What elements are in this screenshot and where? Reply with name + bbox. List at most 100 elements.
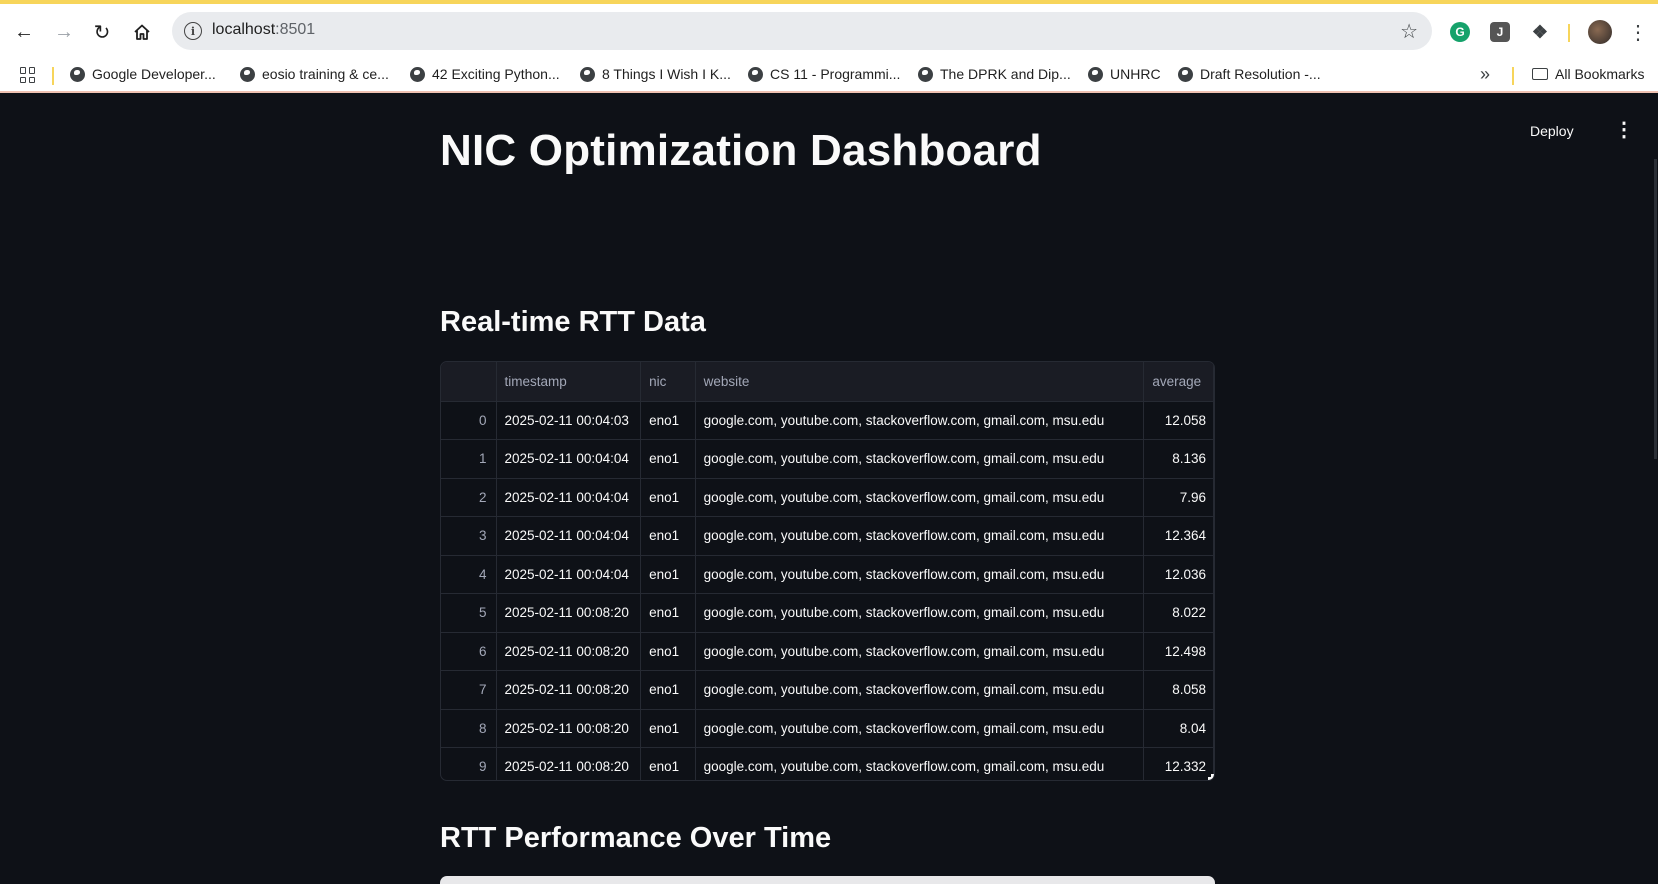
cell-nic[interactable]: eno1	[640, 747, 696, 780]
cell-timestamp[interactable]: 2025-02-11 00:08:20	[496, 632, 642, 671]
scrollbar[interactable]	[1654, 159, 1657, 459]
table-row[interactable]: 2 2025-02-11 00:04:04 eno1 google.com, yout…	[441, 478, 1214, 517]
cell-nic[interactable]: eno1	[640, 632, 696, 671]
cell-index[interactable]: 7	[441, 670, 497, 710]
cell-index[interactable]: 5	[441, 593, 497, 633]
cell-timestamp[interactable]: 2025-02-11 00:04:04	[496, 516, 642, 556]
forward-icon[interactable]: →	[50, 18, 78, 46]
deploy-button[interactable]: Deploy	[1530, 123, 1574, 139]
cell-average[interactable]: 7.96	[1143, 478, 1214, 517]
rtt-data-table[interactable]: timestamp nic website average 0 2025-02-1…	[440, 361, 1215, 781]
profile-avatar[interactable]	[1588, 20, 1612, 44]
cell-average[interactable]: 12.364	[1143, 516, 1214, 556]
bookmark-item[interactable]: eosio training & ce...	[240, 66, 389, 82]
cell-website[interactable]: google.com, youtube.com, stackoverflow.c…	[695, 593, 1145, 633]
grammarly-extension-icon[interactable]: G	[1450, 22, 1470, 42]
cell-website[interactable]: google.com, youtube.com, stackoverflow.c…	[695, 709, 1145, 748]
cell-website[interactable]: google.com, youtube.com, stackoverflow.c…	[695, 439, 1145, 479]
cell-timestamp[interactable]: 2025-02-11 00:04:04	[496, 555, 642, 594]
back-icon[interactable]: ←	[10, 18, 38, 46]
table-row[interactable]: 8 2025-02-11 00:08:20 eno1 google.com, yout…	[441, 709, 1214, 748]
browser-menu-icon[interactable]: ⋮	[1628, 20, 1648, 45]
extensions-puzzle-icon[interactable]: ❖	[1530, 22, 1550, 42]
bookmark-item[interactable]: 42 Exciting Python...	[410, 66, 560, 82]
bookmark-item[interactable]: CS 11 - Programmi...	[748, 66, 900, 82]
all-bookmarks-button[interactable]: All Bookmarks	[1532, 66, 1644, 82]
column-header-average[interactable]: average	[1143, 362, 1214, 402]
cell-index[interactable]: 9	[441, 747, 497, 780]
chart-container[interactable]	[440, 876, 1215, 884]
cell-index[interactable]: 0	[441, 401, 497, 440]
table-row[interactable]: 0 2025-02-11 00:04:03 eno1 google.com, yout…	[441, 401, 1214, 440]
cell-average[interactable]: 8.058	[1143, 670, 1214, 710]
resize-handle[interactable]	[1208, 774, 1214, 780]
cell-index[interactable]: 3	[441, 516, 497, 556]
cell-website[interactable]: google.com, youtube.com, stackoverflow.c…	[695, 555, 1145, 594]
cell-average[interactable]: 12.498	[1143, 632, 1214, 671]
cell-average[interactable]: 8.136	[1143, 439, 1214, 479]
cell-nic[interactable]: eno1	[640, 439, 696, 479]
column-header-nic[interactable]: nic	[640, 362, 696, 402]
bookmark-item[interactable]: UNHRC	[1088, 66, 1161, 82]
column-header-index[interactable]	[441, 362, 497, 402]
cell-index[interactable]: 8	[441, 709, 497, 748]
cell-index[interactable]: 4	[441, 555, 497, 594]
cell-nic[interactable]: eno1	[640, 593, 696, 633]
cell-average[interactable]: 8.022	[1143, 593, 1214, 633]
table-row[interactable]: 7 2025-02-11 00:08:20 eno1 google.com, yout…	[441, 670, 1214, 710]
cell-timestamp[interactable]: 2025-02-11 00:08:20	[496, 747, 642, 780]
cell-nic[interactable]: eno1	[640, 670, 696, 710]
j-extension-icon[interactable]: J	[1490, 22, 1510, 42]
table-row[interactable]: 1 2025-02-11 00:04:04 eno1 google.com, yout…	[441, 439, 1214, 479]
cell-website[interactable]: google.com, youtube.com, stackoverflow.c…	[695, 516, 1145, 556]
column-header-timestamp[interactable]: timestamp	[496, 362, 642, 402]
cell-timestamp[interactable]: 2025-02-11 00:08:20	[496, 593, 642, 633]
cell-nic[interactable]: eno1	[640, 478, 696, 517]
table-row[interactable]: 6 2025-02-11 00:08:20 eno1 google.com, yout…	[441, 632, 1214, 671]
cell-timestamp[interactable]: 2025-02-11 00:04:04	[496, 478, 642, 517]
cell-website[interactable]: google.com, youtube.com, stackoverflow.c…	[695, 478, 1145, 517]
table-row[interactable]: 3 2025-02-11 00:04:04 eno1 google.com, yout…	[441, 516, 1214, 556]
bookmark-item[interactable]: 8 Things I Wish I K...	[580, 66, 731, 82]
cell-timestamp[interactable]: 2025-02-11 00:04:03	[496, 401, 642, 440]
cell-average[interactable]: 12.058	[1143, 401, 1214, 440]
cell-nic[interactable]: eno1	[640, 555, 696, 594]
cell-nic[interactable]: eno1	[640, 516, 696, 556]
cell-website[interactable]: google.com, youtube.com, stackoverflow.c…	[695, 632, 1145, 671]
bookmarks-bar: Google Developer... eosio training & ce.…	[0, 59, 1658, 93]
kebab-menu-icon[interactable]: ⋮	[1614, 117, 1634, 142]
cell-timestamp[interactable]: 2025-02-11 00:04:04	[496, 439, 642, 479]
column-header-website[interactable]: website	[695, 362, 1145, 402]
cell-timestamp[interactable]: 2025-02-11 00:08:20	[496, 670, 642, 710]
cell-website[interactable]: google.com, youtube.com, stackoverflow.c…	[695, 747, 1145, 780]
cell-index[interactable]: 1	[441, 439, 497, 479]
globe-icon	[240, 66, 255, 82]
cell-index[interactable]: 2	[441, 478, 497, 517]
browser-toolbar: ← → ↻ i localhost:8501 ☆ G J ❖ ⋮	[0, 4, 1658, 59]
url-text[interactable]: localhost:8501	[212, 21, 315, 39]
apps-grid-icon[interactable]	[20, 67, 36, 83]
bookmark-item[interactable]: Google Developer...	[70, 66, 216, 82]
cell-index[interactable]: 6	[441, 632, 497, 671]
address-bar[interactable]: i localhost:8501 ☆	[172, 12, 1432, 50]
page-title: NIC Optimization Dashboard	[440, 126, 1042, 175]
cell-website[interactable]: google.com, youtube.com, stackoverflow.c…	[695, 670, 1145, 710]
cell-average[interactable]: 12.036	[1143, 555, 1214, 594]
bookmark-item[interactable]: Draft Resolution -...	[1178, 66, 1321, 82]
table-row[interactable]: 9 2025-02-11 00:08:20 eno1 google.com, yout…	[441, 747, 1214, 780]
cell-nic[interactable]: eno1	[640, 709, 696, 748]
globe-icon	[1178, 66, 1193, 82]
table-row[interactable]: 5 2025-02-11 00:08:20 eno1 google.com, yout…	[441, 593, 1214, 633]
cell-average[interactable]: 8.04	[1143, 709, 1214, 748]
home-icon[interactable]	[128, 18, 156, 46]
cell-website[interactable]: google.com, youtube.com, stackoverflow.c…	[695, 401, 1145, 440]
info-icon[interactable]: i	[184, 22, 202, 40]
reload-icon[interactable]: ↻	[88, 18, 116, 46]
table-row[interactable]: 4 2025-02-11 00:04:04 eno1 google.com, yout…	[441, 555, 1214, 594]
double-chevron-icon[interactable]: »	[1480, 64, 1490, 85]
cell-nic[interactable]: eno1	[640, 401, 696, 440]
cell-timestamp[interactable]: 2025-02-11 00:08:20	[496, 709, 642, 748]
star-icon[interactable]: ☆	[1400, 19, 1418, 44]
bookmark-item[interactable]: The DPRK and Dip...	[918, 66, 1071, 82]
cell-average[interactable]: 12.332	[1143, 747, 1214, 780]
